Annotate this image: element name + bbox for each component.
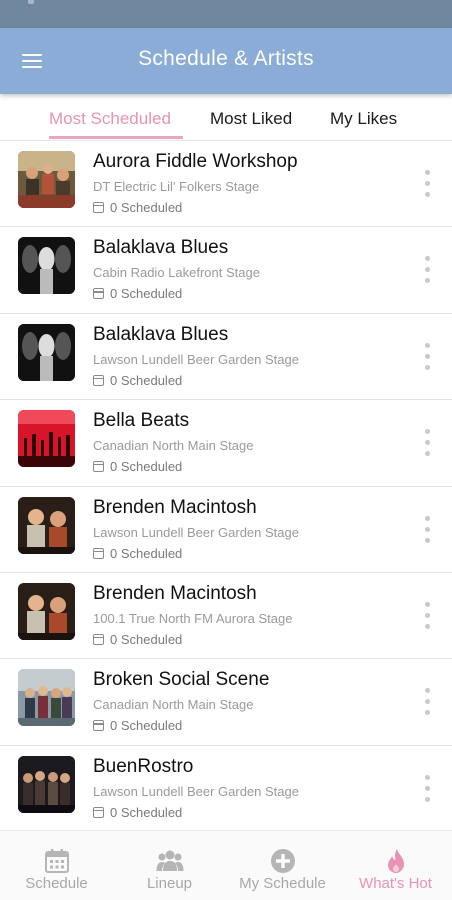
people-group-icon: [156, 850, 183, 871]
artist-name: BuenRostro: [93, 755, 194, 777]
calendar-icon: [93, 806, 104, 818]
artist-name: Broken Social Scene: [93, 669, 270, 691]
scheduled-count-text: 0 Scheduled: [110, 718, 183, 734]
tab-most-scheduled[interactable]: Most Scheduled: [49, 109, 171, 129]
artist-thumbnail: [18, 582, 75, 640]
status-indicator: [28, 0, 34, 4]
scheduled-count-text: 0 Scheduled: [110, 372, 183, 388]
artist-thumbnail: [18, 237, 75, 295]
page-title: Schedule & Artists: [138, 47, 314, 70]
scheduled-count: 0 Scheduled: [93, 632, 182, 647]
list-item[interactable]: Brenden Macintosh 100.1 True North FM Au…: [0, 573, 452, 660]
calendar-icon: [44, 849, 69, 873]
artist-name: Brenden Macintosh: [93, 496, 257, 518]
scheduled-count-text: 0 Scheduled: [110, 286, 183, 302]
tab-most-liked[interactable]: Most Liked: [210, 109, 292, 129]
artist-thumbnail: [18, 151, 75, 208]
artist-name: Brenden Macintosh: [93, 582, 257, 604]
tab-bar: Most Scheduled Most Liked My Likes: [0, 94, 452, 141]
flame-icon: [387, 849, 404, 873]
scheduled-count-text: 0 Scheduled: [110, 631, 183, 647]
scheduled-count-text: 0 Scheduled: [110, 459, 183, 475]
list-item[interactable]: Aurora Fiddle Workshop DT Electric Lil' …: [0, 141, 452, 228]
stage-name: Lawson Lundell Beer Garden Stage: [93, 351, 299, 367]
more-options-icon[interactable]: [422, 601, 434, 631]
scheduled-count: 0 Scheduled: [93, 718, 182, 733]
calendar-icon: [93, 288, 104, 300]
artist-name: Aurora Fiddle Workshop: [93, 151, 298, 172]
status-bar: [0, 0, 452, 28]
scheduled-count: 0 Scheduled: [93, 373, 182, 388]
tab-my-likes[interactable]: My Likes: [330, 109, 397, 129]
nav-lineup[interactable]: Lineup: [113, 831, 226, 900]
more-options-icon[interactable]: [422, 169, 434, 199]
nav-label: What's Hot: [359, 875, 432, 892]
artist-thumbnail: [18, 496, 75, 554]
artist-thumbnail: [18, 410, 75, 468]
scheduled-count: 0 Scheduled: [93, 546, 182, 561]
calendar-icon: [93, 547, 104, 559]
list-item[interactable]: Brenden Macintosh Lawson Lundell Beer Ga…: [0, 487, 452, 573]
plus-circle-icon: [270, 849, 295, 873]
stage-name: Lawson Lundell Beer Garden Stage: [93, 524, 299, 540]
calendar-icon: [93, 374, 104, 386]
stage-name: 100.1 True North FM Aurora Stage: [93, 610, 293, 626]
calendar-icon: [93, 202, 104, 213]
artist-name: Balaklava Blues: [93, 237, 229, 259]
calendar-icon: [93, 461, 104, 473]
nav-my-schedule[interactable]: My Schedule: [226, 831, 339, 900]
artist-thumbnail: [18, 669, 75, 727]
stage-name: DT Electric Lil' Folkers Stage: [93, 179, 260, 194]
artist-thumbnail: [18, 323, 75, 381]
list-item[interactable]: Balaklava Blues Cabin Radio Lakefront St…: [0, 227, 452, 314]
stage-name: Cabin Radio Lakefront Stage: [93, 265, 260, 281]
scheduled-count: 0 Scheduled: [93, 805, 182, 820]
scheduled-count-text: 0 Scheduled: [110, 545, 183, 561]
bottom-navigation: Schedule Lineup My Schedule What's Hot: [0, 830, 452, 900]
scheduled-count: 0 Scheduled: [93, 459, 182, 474]
stage-name: Lawson Lundell Beer Garden Stage: [93, 783, 299, 799]
calendar-icon: [93, 633, 104, 645]
artist-list: Aurora Fiddle Workshop DT Electric Lil' …: [0, 141, 452, 830]
nav-label: Schedule: [25, 875, 88, 892]
more-options-icon[interactable]: [422, 515, 434, 545]
scheduled-count: 0 Scheduled: [93, 286, 182, 301]
nav-label: My Schedule: [239, 875, 326, 892]
list-item[interactable]: Bella Beats Canadian North Main Stage 0 …: [0, 400, 452, 487]
app-bar: Schedule & Artists: [0, 28, 452, 94]
list-item[interactable]: BuenRostro Lawson Lundell Beer Garden St…: [0, 746, 452, 830]
list-item[interactable]: Broken Social Scene Canadian North Main …: [0, 659, 452, 746]
nav-whats-hot[interactable]: What's Hot: [339, 831, 452, 900]
scheduled-count: 0 Scheduled: [93, 200, 182, 215]
list-item[interactable]: Balaklava Blues Lawson Lundell Beer Gard…: [0, 314, 452, 401]
more-options-icon[interactable]: [422, 774, 434, 804]
calendar-icon: [93, 720, 104, 732]
nav-label: Lineup: [146, 875, 193, 892]
more-options-icon[interactable]: [422, 687, 434, 717]
more-options-icon[interactable]: [422, 428, 434, 458]
scheduled-count-text: 0 Scheduled: [110, 200, 183, 215]
stage-name: Canadian North Main Stage: [93, 697, 254, 713]
scheduled-count-text: 0 Scheduled: [110, 804, 183, 820]
artist-thumbnail: [18, 755, 75, 813]
nav-schedule[interactable]: Schedule: [0, 831, 113, 900]
artist-name: Bella Beats: [93, 410, 190, 432]
stage-name: Canadian North Main Stage: [93, 438, 254, 454]
active-tab-indicator: [49, 136, 183, 139]
artist-name: Balaklava Blues: [93, 323, 229, 345]
more-options-icon[interactable]: [422, 255, 434, 285]
more-options-icon[interactable]: [422, 342, 434, 372]
